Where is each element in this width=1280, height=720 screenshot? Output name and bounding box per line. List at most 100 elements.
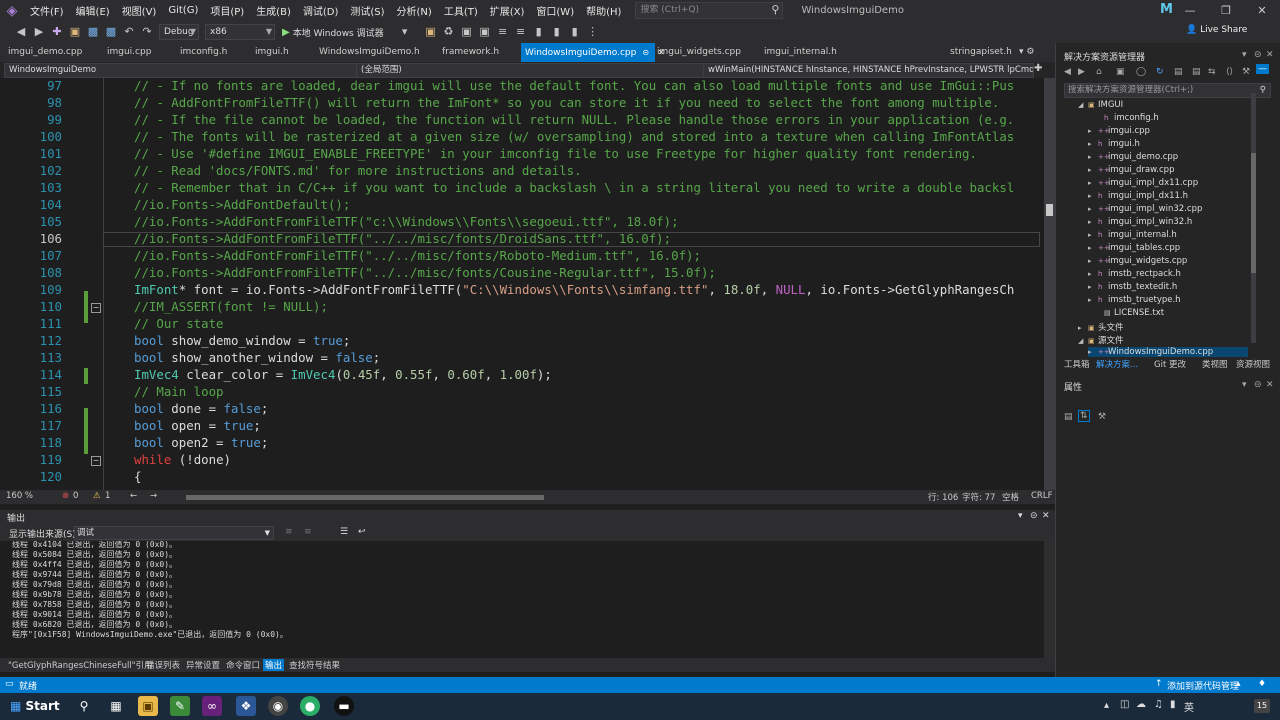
search-icon[interactable]: ⚲ <box>74 696 94 716</box>
redo-icon[interactable]: ↷ <box>140 25 154 39</box>
close-icon[interactable]: ✕ <box>1266 380 1274 390</box>
solution-search-input[interactable]: 搜索解决方案资源管理器(Ctrl+;) ⚲ <box>1064 83 1271 98</box>
tree-item[interactable]: h imconfig.h <box>1094 113 1159 123</box>
ime-indicator[interactable]: 英 <box>1184 699 1194 714</box>
menu-tools[interactable]: 工具(T) <box>438 3 484 18</box>
scroll-thumb[interactable] <box>186 495 544 500</box>
comment-icon[interactable]: ≡ <box>496 25 510 39</box>
tree-item[interactable]: ▸ h imstb_truetype.h <box>1088 295 1181 305</box>
tab-find-symbol-results[interactable]: 查找符号结果 <box>287 659 342 671</box>
bookmark-icon[interactable]: ▮ <box>532 25 546 39</box>
split-icon[interactable]: ✚ <box>1034 63 1042 74</box>
platform-select[interactable]: x86 ▼ <box>205 24 275 40</box>
wrench-icon[interactable]: ⚒ <box>1098 412 1106 422</box>
tree-folder[interactable]: ▸ ▣ 头文件 <box>1078 321 1124 333</box>
show-all-files-icon[interactable]: ▤ <box>1192 67 1201 77</box>
tab-output[interactable]: 输出 <box>263 659 285 671</box>
tree-scrollbar[interactable] <box>1251 93 1256 343</box>
tab-exception-settings[interactable]: 异常设置 <box>184 659 222 671</box>
close-icon[interactable]: ✕ <box>1244 0 1280 21</box>
bookmark-next-icon[interactable]: ▮ <box>568 25 582 39</box>
tab-stringapiset-h[interactable]: stringapiset.h <box>946 43 1012 62</box>
menu-debug[interactable]: 调试(D) <box>297 3 345 18</box>
tree-item[interactable]: ▸ ++imgui_demo.cpp <box>1088 152 1178 162</box>
tree-folder[interactable]: ◢ ▣ 源文件 <box>1078 334 1124 346</box>
fold-icon[interactable]: − <box>91 456 101 466</box>
minimize-icon[interactable]: — <box>1172 0 1208 21</box>
line-endings[interactable]: CRLF <box>1031 491 1052 501</box>
alphabetical-icon[interactable]: ⇅ <box>1078 410 1090 422</box>
panel-menu-icon[interactable]: ▾ <box>1242 380 1247 390</box>
bookmark-prev-icon[interactable]: ▮ <box>550 25 564 39</box>
tab-windowsimguidemo-h[interactable]: WindowsImguiDemo.h <box>315 43 420 62</box>
file-explorer-icon[interactable]: ▣ <box>138 696 158 716</box>
tab-solution-explorer[interactable]: 解决方案... <box>1096 358 1138 370</box>
word-wrap-icon[interactable]: ↩ <box>358 527 366 537</box>
tab-toolbox[interactable]: 工具箱 <box>1064 358 1090 370</box>
close-icon[interactable]: ✕ <box>1266 50 1274 60</box>
tree-item[interactable]: ▤ LICENSE.txt <box>1094 308 1164 318</box>
output-source-select[interactable]: 调试 ▼ <box>74 526 274 540</box>
maximize-icon[interactable]: ❐ <box>1208 0 1244 21</box>
menu-edit[interactable]: 编辑(E) <box>70 3 116 18</box>
tab-imgui-cpp[interactable]: imgui.cpp <box>103 43 151 62</box>
notification-badge[interactable]: 15 <box>1254 699 1270 713</box>
menu-view[interactable]: 视图(V) <box>116 3 163 18</box>
tree-item[interactable]: ▸ h imgui_impl_dx11.h <box>1088 191 1188 201</box>
avatar[interactable]: M <box>1160 2 1173 17</box>
save-all-icon[interactable]: ▩ <box>104 25 118 39</box>
open-folder-icon[interactable]: ▣ <box>68 25 82 39</box>
tree-item[interactable]: ▸ ++imgui.cpp <box>1088 126 1150 136</box>
tab-class-view[interactable]: 类视图 <box>1202 358 1228 370</box>
add-to-source-control-button[interactable]: 添加到源代码管理 <box>1167 679 1239 692</box>
tab-resource-view[interactable]: 资源视图 <box>1236 358 1270 370</box>
search-input[interactable]: 搜索 (Ctrl+Q) ⚲ <box>635 2 784 19</box>
menu-analyze[interactable]: 分析(N) <box>391 3 438 18</box>
code-view-icon[interactable]: ⟨⟩ <box>1226 67 1233 77</box>
tree-item[interactable]: ▸ ++imgui_tables.cpp <box>1088 243 1180 253</box>
start-debug-icon[interactable]: ▶ <box>282 27 290 38</box>
menu-extensions[interactable]: 扩展(X) <box>484 3 531 18</box>
warning-icon[interactable]: ⚠ <box>93 491 101 501</box>
wechat-icon[interactable]: ● <box>300 696 320 716</box>
fold-icon[interactable]: − <box>91 303 101 313</box>
scroll-thumb[interactable] <box>1251 153 1256 273</box>
editor-vertical-scrollbar[interactable] <box>1044 78 1055 490</box>
menu-file[interactable]: 文件(F) <box>24 3 70 18</box>
back-icon[interactable]: ◀ <box>14 25 28 39</box>
volume-icon[interactable]: ♫ <box>1154 699 1163 710</box>
tab-imconfig-h[interactable]: imconfig.h <box>176 43 227 62</box>
tab-error-list[interactable]: 错误列表 <box>144 659 182 671</box>
notepad-icon[interactable]: ✎ <box>170 696 190 716</box>
find-prev-icon[interactable]: ≡ <box>285 527 293 537</box>
warning-count[interactable]: 1 <box>105 491 110 501</box>
prev-issue-icon[interactable]: ← <box>130 491 137 501</box>
overflow-icon[interactable]: ⋮ <box>586 25 600 39</box>
zoom-level[interactable]: 160 % <box>6 491 33 501</box>
sync-icon[interactable]: ↻ <box>1156 67 1164 77</box>
menu-build[interactable]: 生成(B) <box>250 3 297 18</box>
tab-imgui-demo-cpp[interactable]: imgui_demo.cpp <box>4 43 82 62</box>
hex-icon[interactable]: ▣ <box>478 25 492 39</box>
obs-icon[interactable]: ◉ <box>268 696 288 716</box>
output-text[interactable]: 线程 0x4104 已退出，返回值为 0 (0x0)。 线程 0x5084 已退… <box>0 541 1044 660</box>
project-dropdown[interactable]: WindowsImguiDemo <box>4 63 358 78</box>
menu-help[interactable]: 帮助(H) <box>580 3 627 18</box>
app-icon[interactable]: ❖ <box>236 696 256 716</box>
onedrive-icon[interactable]: ☁ <box>1136 699 1146 710</box>
menu-test[interactable]: 测试(S) <box>344 3 390 18</box>
tab-framework-h[interactable]: framework.h <box>438 43 499 62</box>
tree-item[interactable]: ▸ h imgui_impl_win32.h <box>1088 217 1192 227</box>
scope-dropdown[interactable]: (全局范围) <box>356 63 705 78</box>
error-icon[interactable]: ⊗ <box>62 491 69 501</box>
find-next-icon[interactable]: ≡ <box>304 527 312 537</box>
tab-command-window[interactable]: 命令窗口 <box>224 659 262 671</box>
start-button[interactable]: ▦ Start <box>10 699 60 713</box>
pin-icon[interactable]: ⊝ <box>1030 511 1038 521</box>
chevron-up-icon[interactable]: ▴ <box>1236 679 1241 689</box>
visual-studio-icon[interactable]: ∞ <box>202 696 222 716</box>
tab-imgui-h[interactable]: imgui.h <box>251 43 289 62</box>
tree-root[interactable]: ◢ ▣ IMGUI <box>1078 100 1123 110</box>
hot-reload-icon[interactable]: ♻ <box>442 25 456 39</box>
tab-references[interactable]: "GetGlyphRangesChineseFull"引用 <box>6 659 155 671</box>
